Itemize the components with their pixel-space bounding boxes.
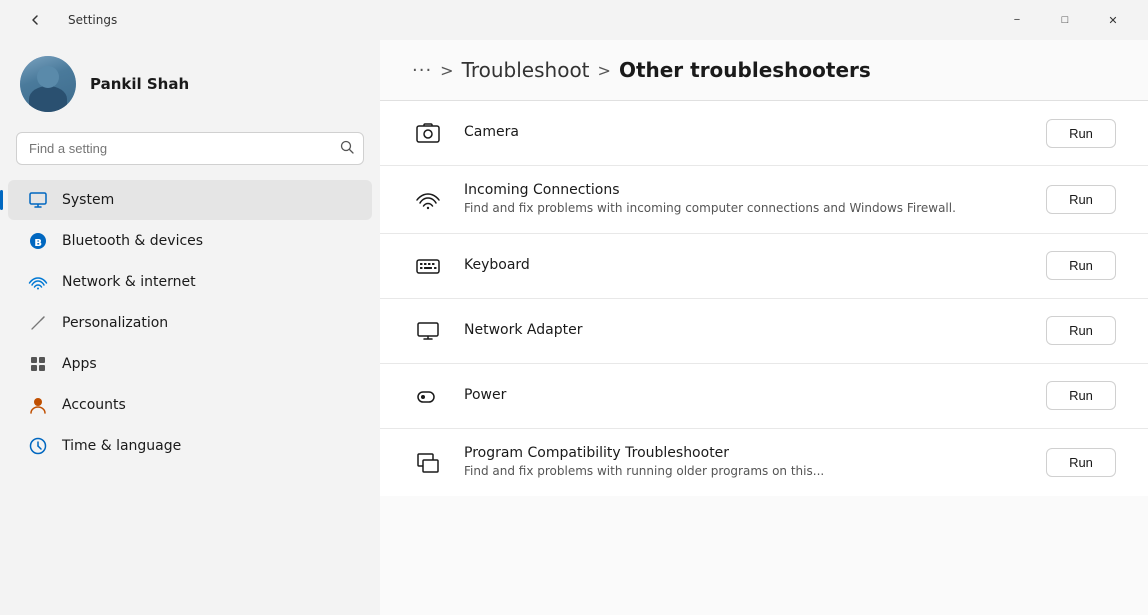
sidebar-item-apps[interactable]: Apps xyxy=(8,344,372,384)
network-icon xyxy=(28,272,48,292)
time-icon xyxy=(28,436,48,456)
keyboard-info: Keyboard xyxy=(464,257,1026,275)
sidebar-item-apps-label: Apps xyxy=(62,356,97,372)
troubleshooter-program-compatibility: Program Compatibility Troubleshooter Fin… xyxy=(380,429,1148,496)
network-adapter-icon xyxy=(412,315,444,347)
troubleshooter-network-adapter: Network Adapter Run xyxy=(380,299,1148,364)
app-title: Settings xyxy=(68,13,117,27)
title-bar: Settings − □ ✕ xyxy=(0,0,1148,40)
compatibility-icon xyxy=(412,446,444,478)
incoming-connections-icon xyxy=(412,183,444,215)
sidebar-item-time[interactable]: Time & language xyxy=(8,426,372,466)
accounts-icon xyxy=(28,395,48,415)
maximize-button[interactable]: □ xyxy=(1042,4,1088,36)
power-name: Power xyxy=(464,387,1026,403)
program-compatibility-run-button[interactable]: Run xyxy=(1046,448,1116,477)
sidebar-item-accounts[interactable]: Accounts xyxy=(8,385,372,425)
close-button[interactable]: ✕ xyxy=(1090,4,1136,36)
sidebar-item-bluetooth-label: Bluetooth & devices xyxy=(62,233,203,249)
breadcrumb-sep-1: > xyxy=(440,61,453,80)
keyboard-run-button[interactable]: Run xyxy=(1046,251,1116,280)
breadcrumb: ··· > Troubleshoot > Other troubleshoote… xyxy=(380,40,1148,101)
avatar[interactable] xyxy=(20,56,76,112)
bluetooth-icon: ʙ xyxy=(28,231,48,251)
sidebar: Pankil Shah xyxy=(0,40,380,615)
network-adapter-run-button[interactable]: Run xyxy=(1046,316,1116,345)
search-icon xyxy=(340,140,354,158)
sidebar-item-time-label: Time & language xyxy=(62,438,181,454)
sidebar-item-network-label: Network & internet xyxy=(62,274,196,290)
program-compatibility-desc: Find and fix problems with running older… xyxy=(464,463,1026,480)
personalization-icon xyxy=(28,313,48,333)
sidebar-item-personalization-label: Personalization xyxy=(62,315,168,331)
main-content: ··· > Troubleshoot > Other troubleshoote… xyxy=(380,40,1148,615)
breadcrumb-sep-2: > xyxy=(598,61,611,80)
sidebar-item-system-label: System xyxy=(62,192,114,208)
troubleshooters-list: Camera Run Incoming Connections Find and xyxy=(380,101,1148,615)
svg-text:ʙ: ʙ xyxy=(34,235,42,249)
search-input[interactable] xyxy=(16,132,364,165)
power-run-button[interactable]: Run xyxy=(1046,381,1116,410)
sidebar-item-network[interactable]: Network & internet xyxy=(8,262,372,302)
troubleshooter-camera: Camera Run xyxy=(380,101,1148,166)
incoming-connections-desc: Find and fix problems with incoming comp… xyxy=(464,200,1026,217)
incoming-connections-name: Incoming Connections xyxy=(464,182,1026,198)
program-compatibility-name: Program Compatibility Troubleshooter xyxy=(464,445,1026,461)
sidebar-item-system[interactable]: System xyxy=(8,180,372,220)
apps-icon xyxy=(28,354,48,374)
incoming-connections-info: Incoming Connections Find and fix proble… xyxy=(464,182,1026,217)
troubleshooter-power: Power Run xyxy=(380,364,1148,429)
troubleshooter-incoming-connections: Incoming Connections Find and fix proble… xyxy=(380,166,1148,234)
user-section: Pankil Shah xyxy=(0,40,380,132)
minimize-button[interactable]: − xyxy=(994,4,1040,36)
search-box xyxy=(16,132,364,165)
system-icon xyxy=(28,190,48,210)
sidebar-item-bluetooth[interactable]: ʙ Bluetooth & devices xyxy=(8,221,372,261)
app-body: Pankil Shah xyxy=(0,40,1148,615)
power-info: Power xyxy=(464,387,1026,405)
nav-items: System ʙ Bluetooth & devices xyxy=(0,179,380,467)
keyboard-name: Keyboard xyxy=(464,257,1026,273)
power-icon xyxy=(412,380,444,412)
keyboard-icon xyxy=(412,250,444,282)
breadcrumb-more[interactable]: ··· xyxy=(412,60,432,81)
sidebar-item-accounts-label: Accounts xyxy=(62,397,126,413)
camera-run-button[interactable]: Run xyxy=(1046,119,1116,148)
sidebar-item-personalization[interactable]: Personalization xyxy=(8,303,372,343)
camera-name: Camera xyxy=(464,124,1026,140)
camera-info: Camera xyxy=(464,124,1026,142)
incoming-connections-run-button[interactable]: Run xyxy=(1046,185,1116,214)
user-name: Pankil Shah xyxy=(90,75,189,93)
breadcrumb-current: Other troubleshooters xyxy=(619,58,871,82)
title-bar-left: Settings xyxy=(12,4,117,36)
network-adapter-info: Network Adapter xyxy=(464,322,1026,340)
camera-icon xyxy=(412,117,444,149)
network-adapter-name: Network Adapter xyxy=(464,322,1026,338)
breadcrumb-troubleshoot-link[interactable]: Troubleshoot xyxy=(462,58,590,82)
back-button[interactable] xyxy=(12,4,58,36)
window-controls: − □ ✕ xyxy=(994,4,1136,36)
troubleshooter-keyboard: Keyboard Run xyxy=(380,234,1148,299)
program-compatibility-info: Program Compatibility Troubleshooter Fin… xyxy=(464,445,1026,480)
